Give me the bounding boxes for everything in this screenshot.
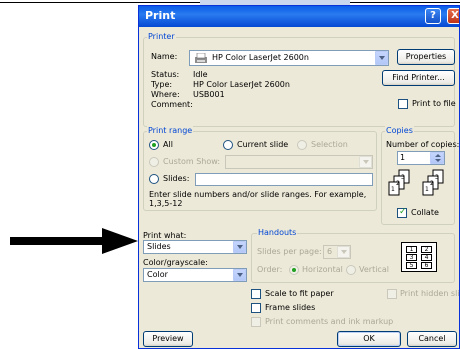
handout-cell: 6 [421, 262, 432, 269]
properties-button[interactable]: Properties [397, 49, 455, 65]
print-to-file-label: Print to file [412, 99, 456, 108]
vertical-radio[interactable] [346, 265, 356, 275]
print-hidden-slides-label: Print hidden slides [400, 289, 460, 298]
collate-checkbox[interactable] [397, 207, 407, 218]
printer-icon [195, 53, 207, 63]
print-range-section-label: Print range [147, 126, 194, 135]
number-of-copies-label: Number of copies: [386, 140, 460, 149]
where-value: USB001 [193, 90, 225, 99]
printer-name-value: HP Color LaserJet 2600n [212, 53, 309, 62]
slides-per-page-label: Slides per page: [257, 247, 322, 256]
collate-icon: 321 321 [388, 169, 444, 196]
print-comments-label: Print comments and ink markup [265, 317, 394, 326]
color-grayscale-label: Color/grayscale: [143, 258, 208, 267]
selection-radio[interactable] [297, 140, 307, 150]
svg-text:2: 2 [396, 180, 400, 187]
frame-slides-checkbox[interactable] [251, 303, 261, 313]
custom-show-radio[interactable] [149, 157, 159, 167]
title-bar: Print ? X [139, 6, 459, 27]
current-slide-radio[interactable] [223, 140, 233, 150]
copies-section-label: Copies [385, 126, 414, 135]
copies-spin-button[interactable] [430, 152, 444, 164]
where-label: Where: [151, 90, 180, 99]
color-select[interactable]: Color [143, 268, 247, 282]
horizontal-label: Horizontal [302, 265, 343, 274]
chevron-down-icon [341, 250, 347, 254]
handout-cell: 3 [406, 254, 417, 261]
svg-text:3: 3 [435, 174, 439, 181]
svg-text:3: 3 [401, 174, 405, 181]
custom-show-label: Custom Show: [163, 157, 221, 166]
chevron-down-icon [379, 56, 385, 60]
ok-button[interactable]: OK [337, 331, 401, 347]
slides-per-page-dropdown-button[interactable] [337, 246, 350, 258]
custom-show-select[interactable] [225, 155, 373, 169]
help-button[interactable]: ? [425, 8, 441, 24]
handouts-section-label: Handouts [257, 228, 298, 237]
type-label: Type: [151, 80, 173, 89]
slides-input[interactable] [195, 173, 373, 186]
preview-button[interactable]: Preview [143, 331, 193, 347]
print-what-select[interactable]: Slides [143, 240, 247, 254]
print-what-value: Slides [147, 242, 171, 251]
status-label: Status: [151, 70, 180, 79]
print-dialog: Print ? X Printer Name: HP Color LaserJe… [138, 5, 460, 349]
pointer-arrow-icon [10, 228, 138, 254]
selection-label: Selection [311, 140, 348, 149]
slides-radio[interactable] [149, 174, 159, 184]
print-hidden-slides-checkbox[interactable] [387, 289, 397, 299]
chevron-down-icon [237, 245, 243, 249]
print-what-dropdown-button[interactable] [233, 241, 246, 253]
svg-text:2: 2 [430, 180, 434, 187]
slides-hint: Enter slide numbers and/or slide ranges.… [149, 190, 367, 208]
color-value: Color [147, 270, 168, 279]
handout-layout-preview: 1 2 3 4 5 6 [401, 242, 437, 272]
color-dropdown-button[interactable] [233, 269, 246, 281]
svg-text:1: 1 [391, 186, 395, 193]
cancel-button[interactable]: Cancel [407, 331, 457, 347]
copies-value: 1 [400, 153, 406, 162]
printer-dropdown-button[interactable] [375, 51, 388, 65]
copies-spinner[interactable]: 1 [397, 151, 445, 165]
handout-cell: 2 [421, 246, 432, 253]
slides-per-page-value: 6 [327, 247, 333, 256]
handout-cell: 4 [421, 254, 432, 261]
scale-to-fit-checkbox[interactable] [251, 289, 261, 299]
print-to-file-checkbox[interactable] [398, 99, 408, 109]
collate-label: Collate [411, 208, 439, 217]
handout-cell: 5 [406, 262, 417, 269]
find-printer-button[interactable]: Find Printer... [382, 70, 455, 86]
order-label: Order: [257, 265, 283, 274]
handout-cell: 1 [406, 246, 417, 253]
scale-to-fit-label: Scale to fit paper [265, 289, 334, 298]
print-what-label: Print what: [143, 231, 187, 240]
vertical-label: Vertical [359, 265, 389, 274]
name-label: Name: [151, 52, 178, 61]
print-comments-checkbox[interactable] [251, 317, 261, 327]
custom-show-dropdown-button[interactable] [359, 156, 372, 168]
horizontal-radio[interactable] [289, 265, 299, 275]
slides-per-page-select[interactable]: 6 [323, 245, 351, 259]
svg-text:1: 1 [425, 186, 429, 193]
status-value: Idle [193, 70, 208, 79]
slides-label: Slides: [163, 174, 190, 183]
spin-down-icon [435, 159, 441, 162]
close-button[interactable]: X [447, 8, 459, 24]
current-slide-label: Current slide [237, 140, 289, 149]
printer-section-label: Printer [147, 32, 176, 41]
chevron-down-icon [237, 273, 243, 277]
all-radio[interactable] [149, 140, 159, 150]
comment-label: Comment: [151, 100, 193, 109]
printer-name-select[interactable]: HP Color LaserJet 2600n [189, 50, 389, 66]
chevron-down-icon [363, 160, 369, 164]
spin-up-icon [435, 154, 441, 157]
dialog-title: Print [145, 9, 176, 22]
all-label: All [163, 140, 173, 149]
type-value: HP Color LaserJet 2600n [193, 80, 290, 89]
frame-slides-label: Frame slides [265, 303, 316, 312]
